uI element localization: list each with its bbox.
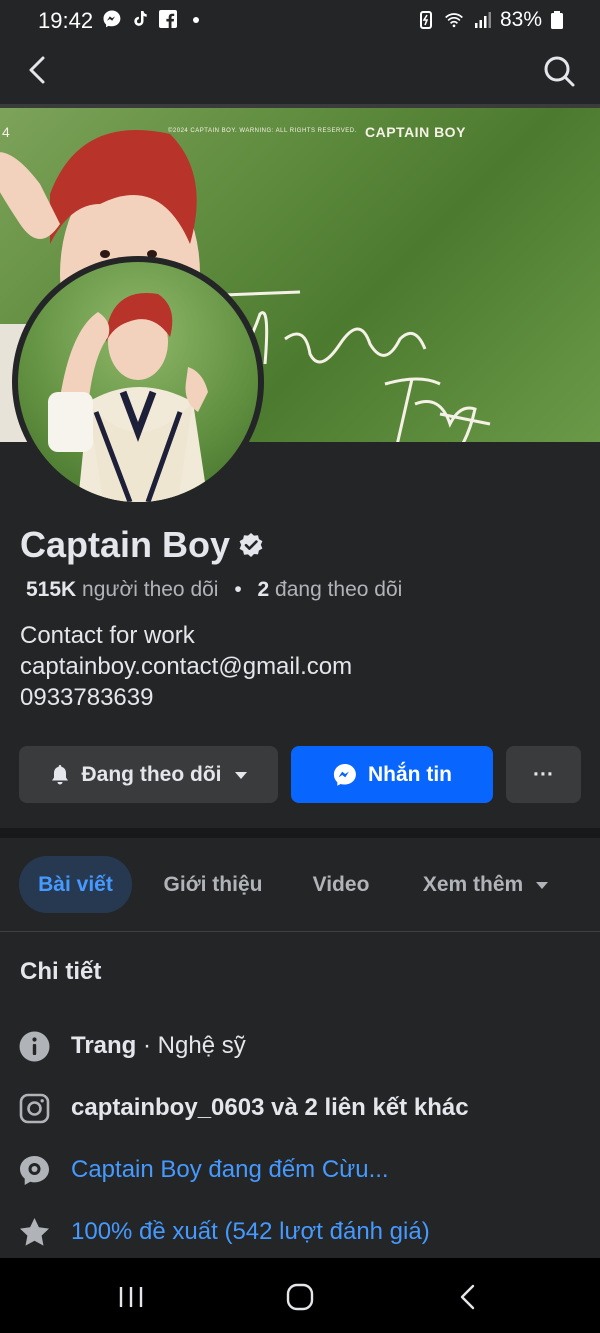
tab-video-label: Video [312, 872, 370, 896]
search-icon[interactable] [542, 54, 576, 88]
messenger-icon [333, 763, 356, 786]
tab-see-more[interactable]: Xem thêm [407, 856, 567, 913]
rating-link[interactable]: 100% đề xuất (542 lượt đánh giá) [71, 1218, 430, 1246]
avatar-image [18, 262, 258, 502]
tab-posts-label: Bài viết [38, 872, 113, 896]
detail-status[interactable]: Captain Boy đang đếm Cừu... [18, 1153, 389, 1187]
facebook-icon [159, 10, 177, 28]
following-button[interactable]: Đang theo dõi [19, 746, 278, 803]
system-nav-bar [0, 1258, 600, 1333]
section-divider [0, 828, 600, 838]
home-icon[interactable] [283, 1280, 317, 1314]
wifi-icon [445, 13, 463, 28]
dot-icon [193, 17, 199, 23]
chat-bubble-icon [20, 1155, 49, 1185]
bio-phone: 0933783639 [20, 684, 154, 711]
status-bar: 19:42 83% [0, 0, 600, 40]
tiktok-icon [134, 11, 147, 26]
profile-bio: Contact for work captainboy.contact@gmai… [20, 620, 352, 713]
bio-email: captainboy.contact@gmail.com [20, 653, 353, 680]
messenger-icon [103, 10, 121, 28]
tab-about-label: Giới thiệu [163, 872, 263, 896]
more-options-button[interactable]: ··· [506, 746, 581, 803]
notification-icons [102, 9, 206, 29]
top-nav [0, 40, 600, 104]
stats-separator: • [234, 578, 242, 601]
info-icon [19, 1031, 50, 1061]
battery-saver-icon [419, 11, 432, 29]
signal-icon [474, 12, 491, 28]
profile-name-text: Captain Boy [20, 524, 231, 565]
system-icons: 83% [416, 8, 564, 32]
caret-down-icon [536, 881, 549, 889]
tab-posts[interactable]: Bài viết [19, 856, 132, 913]
message-button[interactable]: Nhắn tin [291, 746, 493, 803]
battery-percent: 83% [499, 8, 542, 31]
bell-icon [51, 764, 68, 784]
status-time: 19:42 [38, 8, 94, 33]
caret-down-icon [234, 771, 247, 779]
follower-stats: 515K người theo dõi • 2 đang theo dõi [26, 578, 402, 602]
avatar-person [48, 293, 208, 502]
following-button-label: Đang theo dõi [81, 762, 222, 786]
status-link[interactable]: Captain Boy đang đếm Cừu... [71, 1156, 389, 1184]
message-button-label: Nhắn tin [368, 762, 452, 786]
recent-apps-icon[interactable] [114, 1280, 148, 1314]
instagram-icon [19, 1093, 50, 1123]
followers-count[interactable]: 515K [26, 578, 76, 601]
chevron-left-icon[interactable] [22, 54, 54, 86]
details-heading: Chi tiết [20, 958, 102, 985]
detail-page-type: Trang · Nghệ sỹ [18, 1029, 246, 1063]
instagram-link[interactable]: captainboy_0603 và 2 liên kết khác [71, 1094, 469, 1122]
page-category: · Nghệ sỹ [136, 1032, 246, 1059]
tab-about[interactable]: Giới thiệu [147, 856, 279, 913]
tabs-divider [0, 931, 600, 932]
followers-label[interactable]: người theo dõi [82, 578, 218, 601]
cover-top-edge [0, 104, 600, 108]
bio-line: Contact for work [20, 622, 195, 649]
back-nav-icon[interactable] [452, 1280, 486, 1314]
following-count[interactable]: 2 [258, 578, 270, 601]
following-label[interactable]: đang theo dõi [275, 578, 402, 601]
cover-brand: CAPTAIN BOY [365, 124, 466, 140]
tab-see-more-label: Xem thêm [422, 872, 524, 896]
more-dots-icon: ··· [533, 762, 554, 786]
verified-badge-icon [239, 533, 263, 557]
detail-rating[interactable]: 100% đề xuất (542 lượt đánh giá) [18, 1215, 430, 1249]
battery-icon [551, 11, 563, 29]
page-type-label: Trang [71, 1032, 137, 1059]
tab-video[interactable]: Video [295, 856, 387, 913]
profile-actions: Đang theo dõi Nhắn tin ··· [19, 746, 581, 803]
profile-name: Captain Boy [20, 524, 264, 566]
profile-tabs: Bài viết Giới thiệu Video Xem thêm [19, 856, 579, 913]
profile-avatar[interactable] [12, 256, 264, 508]
star-icon [20, 1217, 49, 1246]
detail-instagram[interactable]: captainboy_0603 và 2 liên kết khác [18, 1091, 469, 1125]
